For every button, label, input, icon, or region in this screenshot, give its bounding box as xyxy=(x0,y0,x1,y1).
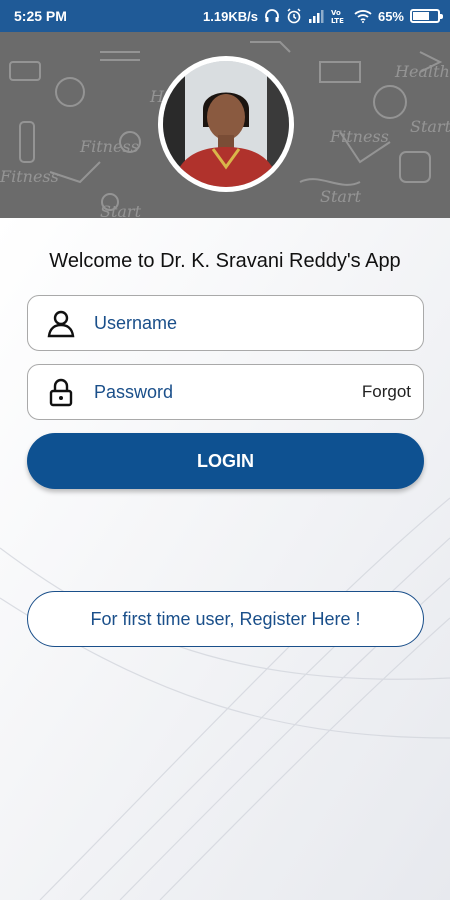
headphones-icon xyxy=(264,8,280,24)
battery-percent: 65% xyxy=(377,8,404,24)
lock-icon xyxy=(28,377,94,407)
battery-icon xyxy=(410,9,443,23)
svg-text:Fitness: Fitness xyxy=(329,127,389,146)
username-input[interactable] xyxy=(94,312,423,334)
password-input[interactable] xyxy=(94,381,362,403)
password-field[interactable]: Forgot xyxy=(27,364,424,420)
avatar-ring xyxy=(158,56,294,192)
profile-photo xyxy=(163,61,289,187)
svg-text:Health: Health xyxy=(394,62,450,81)
svg-text:Fitness: Fitness xyxy=(0,167,59,186)
welcome-heading: Welcome to Dr. K. Sravani Reddy's App xyxy=(49,250,401,272)
signal-icon xyxy=(308,9,324,23)
network-speed: 1.19KB/s xyxy=(203,8,258,24)
register-button[interactable]: For first time user, Register Here ! xyxy=(27,591,424,647)
user-icon xyxy=(28,308,94,338)
volte-icon: Vo LTE xyxy=(330,8,348,24)
status-time: 5:25 PM xyxy=(14,8,67,24)
svg-text:Vo: Vo xyxy=(331,9,341,17)
forgot-password-link[interactable]: Forgot xyxy=(362,382,423,402)
alarm-icon xyxy=(286,8,302,24)
login-button[interactable]: LOGIN xyxy=(27,433,424,489)
svg-text:Start: Start xyxy=(410,117,450,136)
status-bar: 5:25 PM 1.19KB/s Vo LTE 65% xyxy=(0,0,450,32)
username-field[interactable] xyxy=(27,295,424,351)
header-banner: Health Fitness Fitness Start Fitness Hea… xyxy=(0,32,450,218)
avatar xyxy=(163,61,289,187)
svg-text:Start: Start xyxy=(320,187,362,206)
svg-text:LTE: LTE xyxy=(331,17,344,24)
status-indicators: 1.19KB/s Vo LTE 65% xyxy=(203,8,443,24)
svg-text:Start: Start xyxy=(100,202,142,218)
svg-text:Fitness: Fitness xyxy=(79,137,139,156)
battery-fill xyxy=(413,12,429,20)
wifi-icon xyxy=(354,9,372,23)
